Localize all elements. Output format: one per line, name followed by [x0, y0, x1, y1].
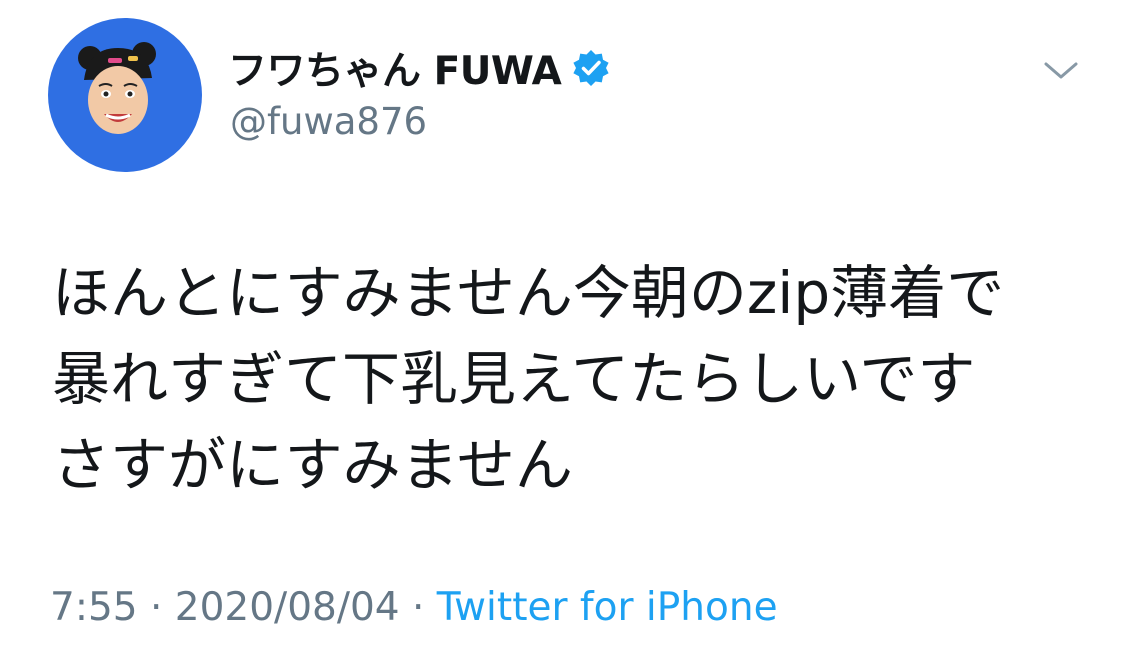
tweet-text: ほんとにすみません今朝のzip薄着で 暴れすぎて下乳見えてたらしいです さすがに…: [52, 250, 1102, 508]
meta-separator: ·: [137, 585, 175, 630]
tweet-time: 7:55: [50, 585, 138, 630]
avatar-face-icon: [78, 42, 156, 134]
tweet-card: フワちゃん FUWA @fuwa876 ほんとにすみません今朝のzip薄着で 暴…: [0, 0, 1125, 655]
verified-badge-icon: [573, 50, 609, 86]
avatar[interactable]: [48, 18, 202, 172]
display-name[interactable]: フワちゃん FUWA: [228, 44, 611, 94]
tweet-metadata: 7:55 · 2020/08/04 · Twitter for iPhone: [50, 585, 778, 630]
chevron-down-icon[interactable]: [1040, 55, 1082, 85]
tweet-source-link[interactable]: Twitter for iPhone: [437, 585, 778, 630]
user-handle[interactable]: @fuwa876: [230, 100, 427, 143]
display-name-text: フワちゃん FUWA: [228, 49, 562, 94]
tweet-date: 2020/08/04: [174, 585, 400, 630]
tweet-text-line: ほんとにすみません今朝のzip薄着で: [52, 259, 1005, 327]
tweet-text-line: 暴れすぎて下乳見えてたらしいです: [52, 345, 976, 413]
tweet-text-line: さすがにすみません: [52, 431, 573, 499]
meta-separator: ·: [399, 585, 437, 630]
